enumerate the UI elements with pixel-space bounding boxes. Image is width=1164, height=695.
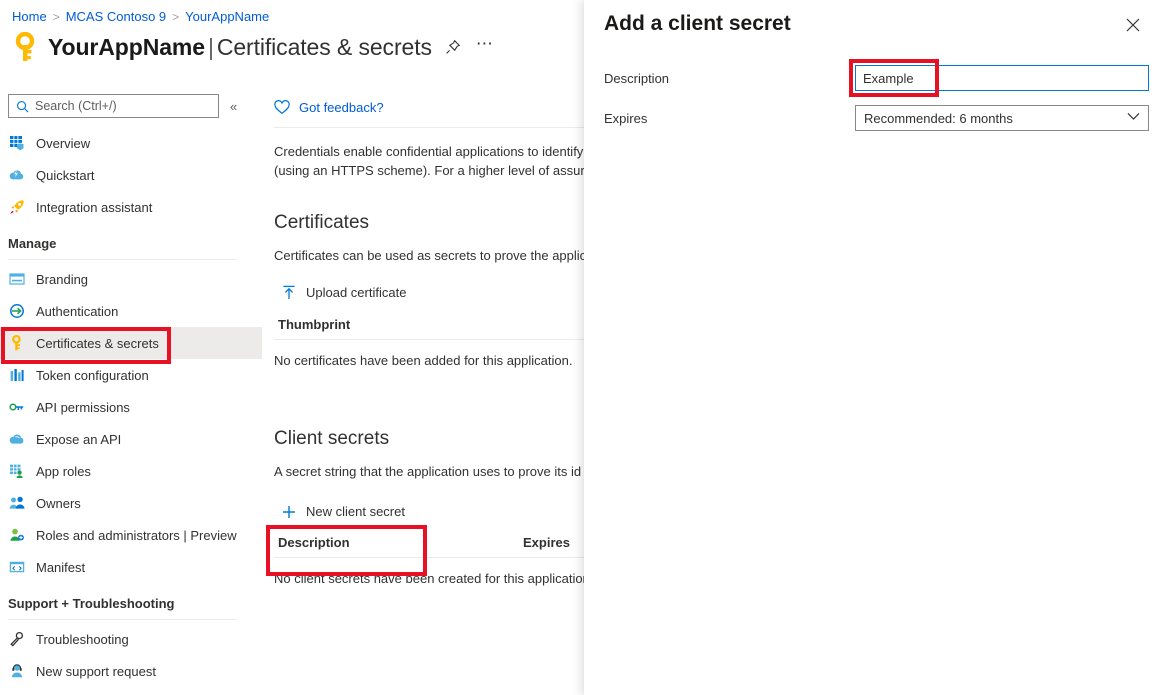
sidebar-group-support: Support + Troubleshooting: [0, 583, 262, 620]
app-roles-icon: [8, 463, 25, 480]
divider: [8, 259, 237, 260]
page-title: YourAppName | Certificates & secrets: [48, 34, 432, 61]
sidebar-nav-list: Overview Quickstart Integration assistan…: [0, 127, 262, 687]
close-icon[interactable]: [1118, 10, 1148, 40]
sidebar-item-label: Quickstart: [36, 167, 95, 183]
page-title-row: YourAppName | Certificates & secrets ⋯: [12, 31, 496, 62]
sidebar-item-branding[interactable]: Branding: [0, 263, 262, 295]
owners-icon: [8, 495, 25, 512]
manifest-icon: [8, 559, 25, 576]
authentication-arrow-icon: [8, 303, 25, 320]
sidebar-item-owners[interactable]: Owners: [0, 487, 262, 519]
sidebar-group-manage: Manage: [0, 223, 262, 260]
left-navigation: « Overview Quickstart: [0, 88, 263, 695]
support-person-icon: [8, 663, 25, 680]
expires-label: Expires: [604, 110, 648, 126]
search-box[interactable]: [8, 94, 219, 118]
sidebar-item-expose-an-api[interactable]: Expose an API: [0, 423, 262, 455]
column-header-thumbprint: Thumbprint: [278, 317, 351, 332]
description-label: Description: [604, 70, 670, 86]
chevron-down-icon: [1127, 112, 1140, 124]
sidebar-item-roles-and-administrators[interactable]: Roles and administrators | Preview: [0, 519, 262, 551]
sidebar-item-label: Troubleshooting: [36, 631, 129, 647]
plus-icon: [282, 505, 296, 519]
sidebar-item-overview[interactable]: Overview: [0, 127, 262, 159]
search-icon: [13, 100, 31, 113]
api-key-icon: [8, 399, 25, 416]
column-header-description: Description: [278, 535, 350, 550]
add-client-secret-panel: Add a client secret Description Expires …: [584, 0, 1164, 695]
browser-window-icon: [8, 271, 25, 288]
pin-icon[interactable]: [442, 36, 464, 58]
grid-icon: [8, 135, 25, 152]
sidebar-group-title: Support + Troubleshooting: [8, 596, 175, 611]
sidebar-item-label: Authentication: [36, 303, 119, 319]
sidebar-item-label: Owners: [36, 495, 81, 511]
search-input[interactable]: [31, 99, 213, 113]
sidebar-item-label: Token configuration: [36, 367, 149, 383]
description-field-row: Description: [604, 65, 1149, 91]
key-icon: [8, 335, 25, 352]
breadcrumb-separator: >: [172, 9, 180, 24]
column-header-expires: Expires: [523, 535, 570, 550]
heart-icon: [274, 100, 290, 115]
panel-header: Add a client secret: [584, 0, 1164, 56]
sidebar-item-label: Overview: [36, 135, 91, 151]
new-client-secret-label: New client secret: [306, 504, 405, 519]
page-title-section: Certificates & secrets: [216, 33, 432, 60]
new-client-secret-button[interactable]: New client secret: [278, 501, 409, 522]
page-title-separator: |: [207, 33, 214, 60]
sidebar-item-token-configuration[interactable]: Token configuration: [0, 359, 262, 391]
page-title-app: YourAppName: [48, 33, 205, 60]
breadcrumb-item-home[interactable]: Home: [12, 9, 47, 24]
sidebar-item-troubleshooting[interactable]: Troubleshooting: [0, 623, 262, 655]
sidebar-item-app-roles[interactable]: App roles: [0, 455, 262, 487]
sidebar-item-certificates-secrets[interactable]: Certificates & secrets: [0, 327, 262, 359]
cloud-icon: [8, 431, 25, 448]
sidebar-item-authentication[interactable]: Authentication: [0, 295, 262, 327]
divider: [8, 619, 237, 620]
sidebar-item-label: API permissions: [36, 399, 130, 415]
upload-certificate-button[interactable]: Upload certificate: [278, 282, 410, 303]
sidebar-item-new-support-request[interactable]: New support request: [0, 655, 262, 687]
sidebar-item-label: Expose an API: [36, 431, 122, 447]
breadcrumb-item-app[interactable]: YourAppName: [185, 9, 269, 24]
sidebar-item-quickstart[interactable]: Quickstart: [0, 159, 262, 191]
sidebar-item-label: New support request: [36, 663, 156, 679]
breadcrumb: Home > MCAS Contoso 9 > YourAppName: [12, 9, 269, 24]
collapse-sidebar-icon[interactable]: «: [227, 97, 240, 116]
breadcrumb-item-tenant[interactable]: MCAS Contoso 9: [66, 9, 166, 24]
expires-field-row: Expires Recommended: 6 months: [604, 105, 1149, 131]
ellipsis-icon[interactable]: ⋯: [474, 33, 496, 62]
panel-title: Add a client secret: [604, 12, 791, 35]
description-input[interactable]: [855, 65, 1149, 91]
expires-select[interactable]: Recommended: 6 months: [855, 105, 1149, 131]
expires-selected-value: Recommended: 6 months: [864, 110, 1013, 126]
sidebar-item-label: App roles: [36, 463, 91, 479]
sidebar-item-label: Branding: [36, 271, 89, 287]
sidebar-item-api-permissions[interactable]: API permissions: [0, 391, 262, 423]
got-feedback-label: Got feedback?: [299, 100, 384, 115]
role-person-icon: [8, 527, 25, 544]
sidebar-item-manifest[interactable]: Manifest: [0, 551, 262, 583]
bars-icon: [8, 367, 25, 384]
upload-icon: [282, 285, 296, 300]
sidebar-group-title: Manage: [8, 236, 57, 251]
sidebar-search-row: «: [0, 88, 262, 118]
rocket-icon: [8, 199, 25, 216]
key-icon: [12, 31, 38, 62]
sidebar-item-label: Certificates & secrets: [36, 335, 159, 351]
upload-certificate-label: Upload certificate: [306, 285, 407, 300]
sidebar-item-label: Integration assistant: [36, 199, 153, 215]
sidebar-item-label: Roles and administrators | Preview: [36, 527, 237, 543]
sidebar-item-label: Manifest: [36, 559, 86, 575]
cloud-lightning-icon: [8, 167, 25, 184]
breadcrumb-separator: >: [52, 9, 60, 24]
wrench-icon: [8, 631, 25, 648]
sidebar-item-integration-assistant[interactable]: Integration assistant: [0, 191, 262, 223]
